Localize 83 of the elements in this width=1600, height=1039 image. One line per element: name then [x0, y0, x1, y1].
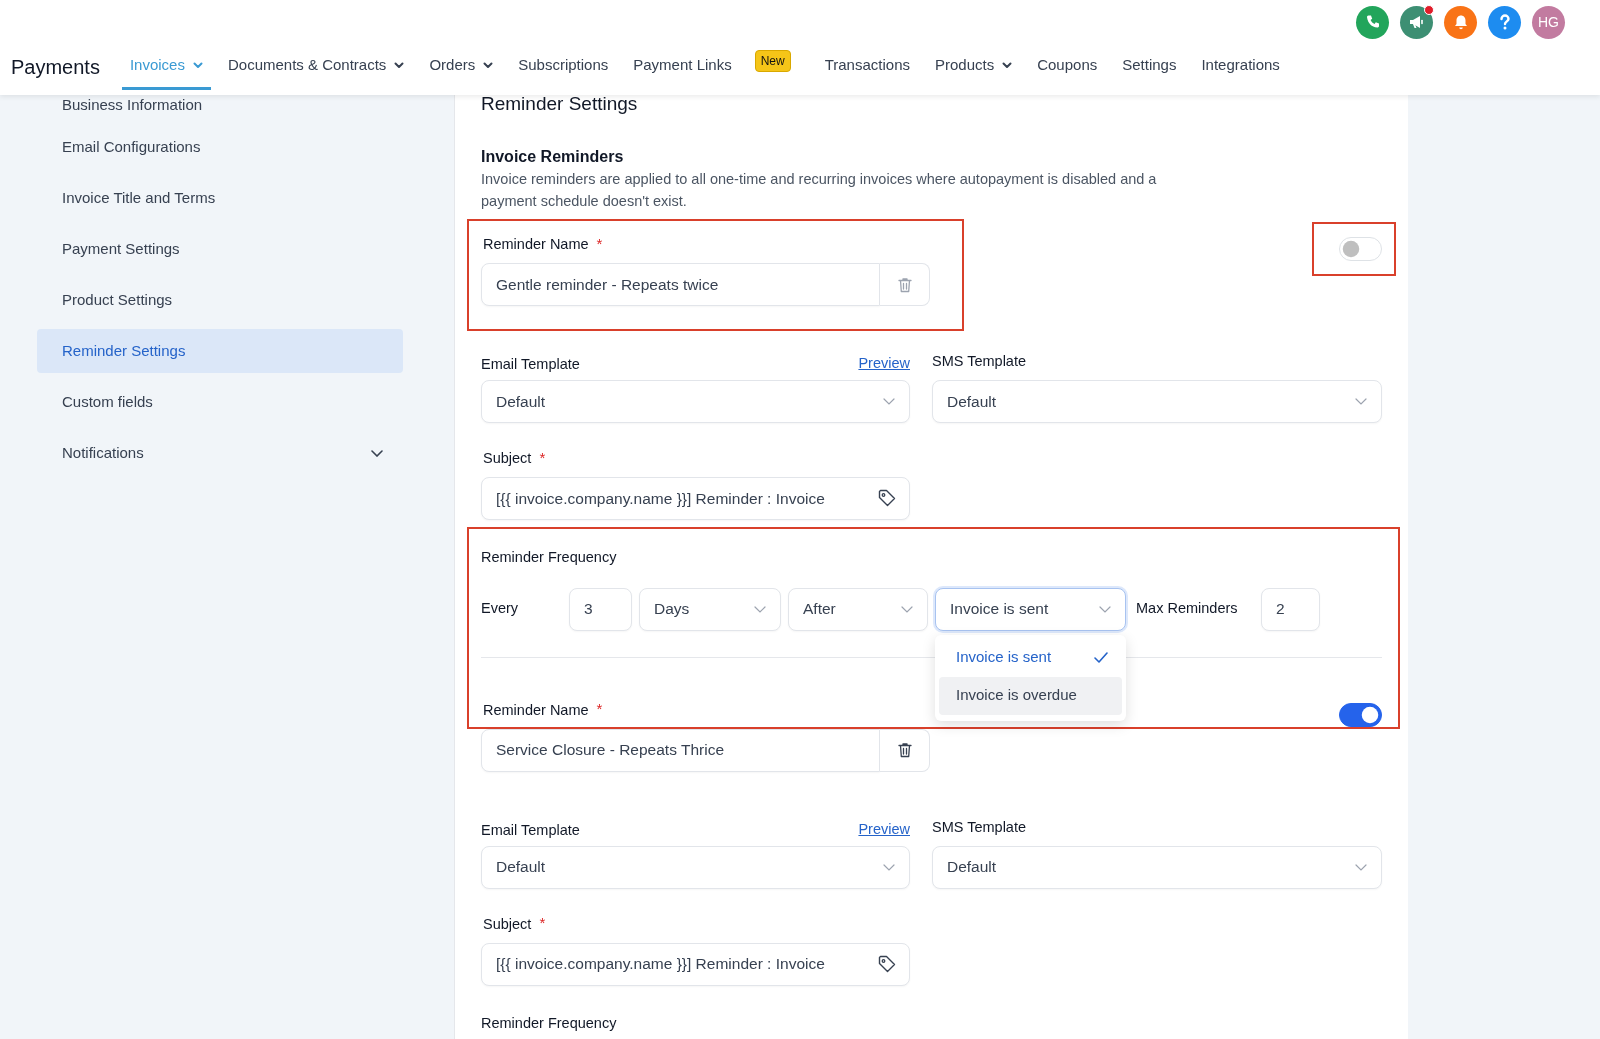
- field-label: Reminder Name: [483, 235, 589, 254]
- name-field[interactable]: Gentle reminder - Repeats twice: [481, 263, 880, 306]
- help-icon: [1498, 14, 1511, 30]
- caret-icon: [192, 62, 203, 69]
- sidebar-item[interactable]: Product Settings: [37, 278, 403, 322]
- field-label: Email Template: [481, 355, 580, 374]
- required-mark: *: [596, 699, 603, 720]
- chevron-icon: [883, 863, 895, 871]
- chevron-icon: [1355, 398, 1367, 405]
- chevron-icon: [1099, 605, 1111, 613]
- email-template-select[interactable]: Default: [481, 845, 910, 889]
- chevron-icon: [371, 449, 383, 457]
- sidebar-item[interactable]: Custom fields: [37, 380, 403, 424]
- preview-link[interactable]: Preview: [858, 818, 910, 841]
- chevron-icon: [901, 605, 913, 613]
- help-button[interactable]: [1488, 5, 1521, 39]
- delete-button[interactable]: [880, 728, 930, 772]
- section-label: Reminder Frequency: [481, 548, 617, 567]
- event-select[interactable]: Invoice is sent: [935, 587, 1126, 631]
- phone-icon: [1364, 14, 1381, 30]
- sms-template-select[interactable]: Default: [932, 380, 1382, 423]
- check-icon: [1094, 652, 1108, 663]
- phone-button[interactable]: [1356, 5, 1389, 39]
- nav-tab[interactable]: Coupons: [1029, 44, 1106, 90]
- field-label: Every: [481, 599, 520, 619]
- required-mark: *: [596, 233, 603, 254]
- nav-tab[interactable]: Documents & Contracts: [219, 44, 413, 90]
- caret-icon: [394, 62, 405, 69]
- caret-icon: [1002, 62, 1013, 69]
- nav-tab[interactable]: Settings: [1114, 44, 1185, 90]
- nav-tab[interactable]: Transactions: [816, 44, 918, 90]
- field-label: Max Reminders: [1136, 599, 1239, 619]
- trash-icon: [897, 276, 912, 293]
- required-mark: *: [539, 447, 546, 468]
- chevron-icon: [883, 398, 895, 405]
- trash-icon: [897, 742, 912, 758]
- field-label: Subject: [483, 449, 532, 468]
- chevron-icon: [754, 605, 766, 613]
- sms-template-select[interactable]: Default: [932, 845, 1382, 889]
- field-label: Email Template: [481, 820, 580, 840]
- app-title: Payments: [11, 55, 100, 80]
- sidebar-item[interactable]: Business Information: [37, 95, 403, 127]
- bell-button[interactable]: [1444, 5, 1477, 39]
- page-title: Reminder Settings: [481, 92, 639, 116]
- megaphone-button[interactable]: [1400, 5, 1433, 39]
- notification-dot: [1424, 4, 1434, 15]
- email-template-select[interactable]: Default: [481, 380, 910, 423]
- unit-select[interactable]: Days: [639, 587, 781, 631]
- tag-icon: [878, 954, 896, 973]
- nav-tab[interactable]: Products: [927, 44, 1021, 90]
- field-label: Reminder Name: [483, 700, 589, 720]
- sidebar-item[interactable]: Notifications: [37, 431, 403, 475]
- nav-tab[interactable]: Payment Links: [625, 44, 740, 90]
- subject-field[interactable]: [{{ invoice.company.name }}] Reminder : Invoice: [481, 942, 910, 986]
- sidebar-item[interactable]: Email Configurations: [37, 125, 403, 169]
- subject-field[interactable]: [{{ invoice.company.name }}] Reminder : Invoice: [481, 477, 910, 520]
- preview-link[interactable]: Preview: [858, 353, 910, 375]
- count-field[interactable]: 3: [569, 587, 632, 631]
- field-label: SMS Template: [932, 352, 1027, 371]
- max-reminders-field[interactable]: 2: [1261, 587, 1320, 631]
- caret-icon: [483, 62, 494, 69]
- chevron-icon: [1355, 863, 1367, 871]
- toggle-switch[interactable]: [1339, 702, 1382, 727]
- bell-icon: [1452, 13, 1469, 31]
- sidebar-item[interactable]: Payment Settings: [37, 227, 403, 271]
- new-badge: New: [754, 50, 791, 72]
- section-description: Invoice reminders are applied to all one-time and recurring invoices where autopayment is disabled and a payment schedule doesn't exist.: [481, 170, 1158, 211]
- dropdown-option[interactable]: Invoice is sent: [939, 638, 1122, 677]
- nav-tab[interactable]: Integrations: [1193, 44, 1288, 90]
- relation-select[interactable]: After: [788, 587, 928, 631]
- section-title: Invoice Reminders: [481, 147, 625, 167]
- nav-tab[interactable]: Subscriptions: [510, 44, 617, 90]
- field-label: Subject: [483, 914, 532, 934]
- sidebar-item[interactable]: Reminder Settings: [37, 329, 403, 373]
- tag-icon: [878, 489, 896, 507]
- nav-tab[interactable]: Orders: [421, 44, 502, 90]
- megaphone-icon: [1407, 14, 1426, 30]
- name-field[interactable]: Service Closure - Repeats Thrice: [481, 728, 880, 772]
- field-label: SMS Template: [932, 817, 1027, 837]
- dropdown-option[interactable]: Invoice is overdue: [939, 676, 1122, 715]
- required-mark: *: [539, 913, 546, 934]
- sidebar-item[interactable]: Invoice Title and Terms: [37, 176, 403, 220]
- section-label: Reminder Frequency: [481, 1013, 617, 1033]
